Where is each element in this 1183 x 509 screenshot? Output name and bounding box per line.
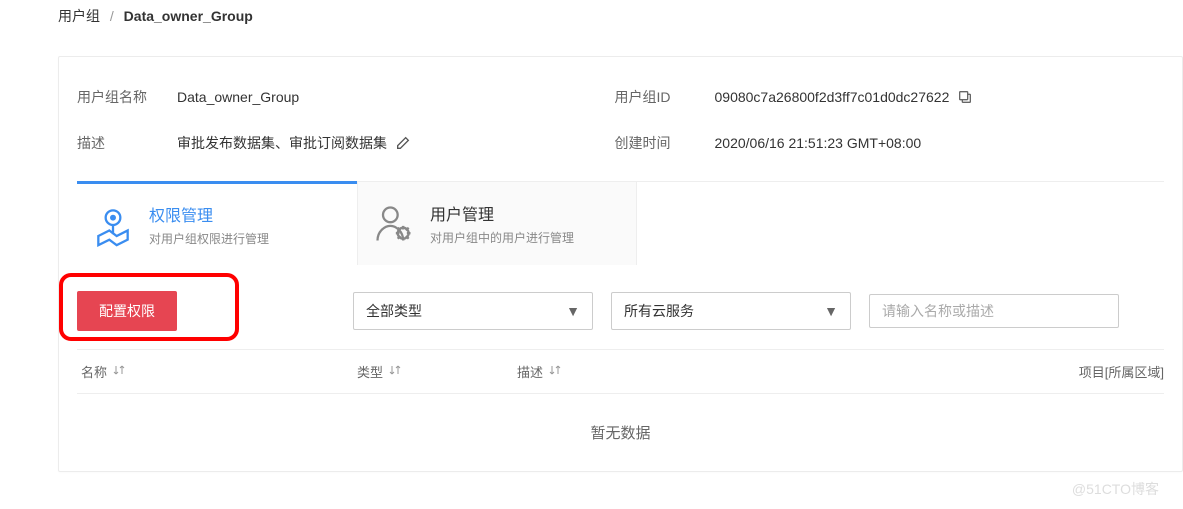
user-gear-icon [372,202,416,246]
label-group-name: 用户组名称 [77,87,177,107]
edit-icon[interactable] [395,135,411,151]
permissions-table: 名称 类型 描述 项目[所属区域] 暂无数据 [59,349,1182,471]
service-filter-value: 所有云服务 [624,301,694,321]
sort-icon [113,364,125,379]
configure-permission-button[interactable]: 配置权限 [77,291,177,331]
watermark: @51CTO博客 [1072,479,1159,499]
created-time-text: 2020/06/16 21:51:23 GMT+08:00 [715,135,922,151]
tab-permission-subtitle: 对用户组权限进行管理 [149,230,269,247]
tab-permission-management[interactable]: 权限管理 对用户组权限进行管理 [77,181,357,265]
group-name-text: Data_owner_Group [177,89,299,105]
group-id-text: 09080c7a26800f2d3ff7c01d0dc27622 [715,89,950,105]
tab-permission-title: 权限管理 [149,202,269,226]
value-description: 审批发布数据集、审批订阅数据集 [177,133,615,153]
group-detail-card: 用户组名称 Data_owner_Group 用户组ID 09080c7a268… [58,56,1183,472]
column-header-type[interactable]: 类型 [357,362,517,381]
service-filter-select[interactable]: 所有云服务 ▼ [611,292,851,330]
tab-user-title: 用户管理 [430,201,574,225]
breadcrumb: 用户组 / Data_owner_Group [0,0,1183,32]
tabs: 权限管理 对用户组权限进行管理 用户管理 对用户组中的用户进行管理 [77,181,1164,265]
label-description: 描述 [77,133,177,153]
chevron-down-icon: ▼ [824,303,838,319]
empty-state: 暂无数据 [77,394,1164,471]
map-pin-icon [91,203,135,247]
toolbar: 配置权限 全部类型 ▼ 所有云服务 ▼ [59,265,1182,349]
tab-user-subtitle: 对用户组中的用户进行管理 [430,229,574,246]
label-created-time: 创建时间 [615,133,715,153]
table-header: 名称 类型 描述 项目[所属区域] [77,349,1164,394]
value-group-id: 09080c7a26800f2d3ff7c01d0dc27622 [715,87,1153,107]
value-group-name: Data_owner_Group [177,87,615,107]
tab-user-management[interactable]: 用户管理 对用户组中的用户进行管理 [357,182,637,265]
breadcrumb-current: Data_owner_Group [124,8,253,24]
search-input[interactable] [869,294,1119,328]
value-created-time: 2020/06/16 21:51:23 GMT+08:00 [715,133,1153,153]
breadcrumb-separator: / [110,8,114,24]
copy-icon[interactable] [957,89,973,105]
chevron-down-icon: ▼ [566,303,580,319]
column-header-project[interactable]: 项目[所属区域] [1044,362,1164,381]
label-group-id: 用户组ID [615,87,715,107]
info-grid: 用户组名称 Data_owner_Group 用户组ID 09080c7a268… [59,87,1182,181]
column-header-name[interactable]: 名称 [77,362,357,381]
type-filter-value: 全部类型 [366,301,422,321]
breadcrumb-parent[interactable]: 用户组 [58,8,100,24]
description-text: 审批发布数据集、审批订阅数据集 [177,133,387,153]
sort-icon [389,364,401,379]
sort-icon [549,364,561,379]
column-header-description[interactable]: 描述 [517,362,1044,381]
type-filter-select[interactable]: 全部类型 ▼ [353,292,593,330]
